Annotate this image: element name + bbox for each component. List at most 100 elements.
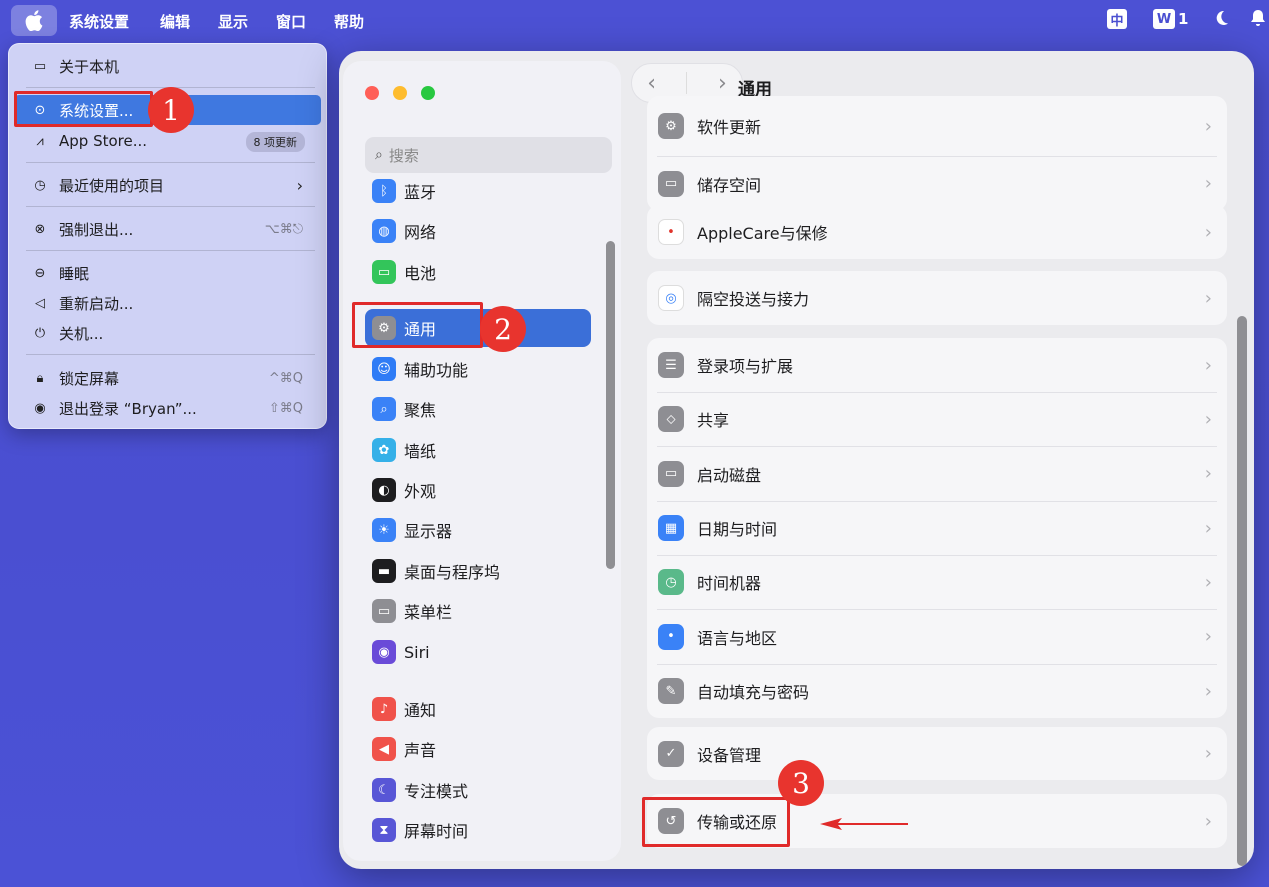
step-marker-1: 1: [148, 87, 194, 133]
forward-button[interactable]: ›: [718, 71, 727, 96]
settings-row-label: 自动填充与密码: [697, 683, 810, 702]
logout-shortcut: ⇧⌘Q: [268, 400, 303, 416]
settings-row-label: 时间机器: [697, 574, 762, 593]
settings-row-label: 登录项与扩展: [697, 357, 794, 376]
content-scrollbar[interactable]: [1237, 316, 1247, 866]
share-icon: ⬦: [658, 406, 684, 432]
force-quit-label: 强制退出...: [59, 220, 134, 239]
chevron-right-icon: ›: [1204, 354, 1212, 376]
dark-mode-icon[interactable]: [1212, 9, 1230, 27]
apple-menu-button[interactable]: [11, 5, 57, 36]
highlight-box-3: [642, 797, 790, 847]
menu-window[interactable]: 窗口: [276, 11, 306, 32]
settings-row-label: 设备管理: [697, 745, 762, 765]
lock-shortcut: ^⌘Q: [268, 370, 303, 386]
lock-screen-item[interactable]: 🔒︎ 锁定屏幕 ^⌘Q: [14, 363, 321, 393]
sleep-icon: ⊖: [34, 265, 46, 281]
settings-row[interactable]: • 语言与地区 ›: [647, 609, 1227, 664]
settings-row[interactable]: ◷ 时间机器 ›: [647, 555, 1227, 609]
settings-group: • AppleCare与保修 ›: [647, 205, 1227, 259]
lock-icon: 🔒︎: [36, 370, 44, 386]
sleep-label: 睡眠: [59, 264, 90, 283]
settings-row-label: 日期与时间: [697, 520, 778, 539]
highlight-box-1: [14, 91, 153, 127]
logout-item[interactable]: ◉ 退出登录 “Bryan”... ⇧⌘Q: [14, 393, 321, 423]
chevron-right-icon: ›: [1204, 115, 1212, 137]
user-icon: ◉: [34, 400, 46, 416]
restart-item[interactable]: ◁ 重新启动...: [14, 288, 321, 318]
menu-edit[interactable]: 编辑: [160, 11, 190, 32]
about-this-mac-item[interactable]: ▭ 关于本机: [14, 51, 321, 81]
chevron-right-icon: ›: [1204, 463, 1212, 484]
autofill-icon: ✎: [658, 678, 684, 704]
settings-row[interactable]: ✓ 设备管理 ›: [647, 727, 1227, 780]
restart-icon: ◁: [35, 295, 45, 311]
chevron-right-icon: ›: [1204, 221, 1212, 243]
updates-badge: 8 项更新: [245, 132, 305, 152]
recent-items-item[interactable]: ◷ 最近使用的项目 ›: [14, 170, 321, 200]
menu-help[interactable]: 帮助: [334, 11, 364, 32]
settings-row-label: 软件更新: [697, 118, 762, 137]
step-marker-3: 3: [778, 760, 824, 806]
settings-row[interactable]: ⚙ 软件更新 ›: [647, 96, 1227, 156]
menu-app-name[interactable]: 系统设置: [69, 11, 129, 32]
step-marker-2: 2: [480, 306, 526, 352]
laptop-icon: ▭: [33, 58, 47, 74]
chevron-right-icon: ›: [1204, 173, 1212, 194]
settings-row-label: 储存空间: [697, 175, 762, 195]
system-settings-window: ⌕ 搜索 ᛒ 蓝牙 ◍ 网络 ▭ 电池 ⚙ 通用 ☺ 辅助功能 ⌕ 聚焦 ✿ 墙纸 ◐ 外观 ☀ 显示器 ▬ 桌面与程…: [339, 51, 1254, 869]
settings-row[interactable]: ▭ 启动磁盘 ›: [647, 446, 1227, 501]
ime-label: 中: [1107, 9, 1127, 29]
settings-row[interactable]: ◎ 隔空投送与接力 ›: [647, 271, 1227, 325]
chevron-right-icon: ›: [1204, 408, 1212, 430]
back-button[interactable]: ‹: [647, 71, 656, 96]
chevron-right-icon: ›: [1204, 571, 1212, 593]
settings-row-label: 隔空投送与接力: [697, 290, 810, 309]
check-badge-icon: ✓: [658, 740, 684, 767]
settings-row-label: 语言与地区: [697, 628, 778, 648]
app-store-label: App Store...: [59, 132, 148, 150]
settings-group: ✓ 设备管理 ›: [647, 727, 1227, 780]
menu-divider: [26, 250, 315, 251]
clock-icon: ◷: [34, 177, 46, 193]
nav-divider: [686, 72, 688, 94]
disk-icon: ▭: [658, 460, 684, 487]
notification-icon[interactable]: [1250, 9, 1266, 27]
list-icon: ☰: [658, 352, 684, 378]
settings-row[interactable]: ▦ 日期与时间 ›: [647, 501, 1227, 555]
apple-red-icon: •: [658, 219, 684, 245]
shutdown-item[interactable]: ⏻ 关机...: [14, 318, 321, 348]
menu-divider: [26, 354, 315, 355]
logout-label: 退出登录 “Bryan”...: [59, 399, 197, 418]
gear-badge-icon: ⚙: [658, 113, 684, 139]
chevron-right-icon: ›: [1204, 743, 1212, 764]
settings-row[interactable]: ⬦ 共享 ›: [647, 392, 1227, 446]
wps-icon: W: [1153, 9, 1175, 29]
sleep-item[interactable]: ⊖ 睡眠: [14, 258, 321, 288]
calendar-icon: ▦: [658, 515, 684, 541]
airdrop-icon: ◎: [658, 285, 684, 311]
lock-screen-label: 锁定屏幕: [59, 369, 120, 388]
pointer-arrow: [820, 818, 908, 830]
force-quit-icon: ⊗: [34, 221, 46, 237]
force-quit-item[interactable]: ⊗ 强制退出... ⌥⌘⎋: [14, 214, 321, 244]
chevron-right-icon: ›: [1204, 680, 1212, 702]
settings-row-label: 启动磁盘: [697, 465, 762, 485]
wps-menu-extra[interactable]: W 1: [1153, 9, 1188, 29]
apple-logo-icon: [25, 10, 43, 31]
input-method-indicator[interactable]: 中: [1107, 9, 1127, 29]
highlight-box-2: [352, 302, 483, 348]
app-store-icon: ⩘: [36, 133, 44, 149]
settings-row-label: 共享: [697, 411, 730, 430]
menu-view[interactable]: 显示: [218, 11, 248, 32]
menu-bar: 系统设置 编辑 显示 窗口 帮助 中 W 1: [0, 0, 1269, 42]
chevron-right-icon: ›: [296, 175, 303, 195]
settings-row[interactable]: ✎ 自动填充与密码 ›: [647, 664, 1227, 718]
settings-group: ⚙ 软件更新 › ▭ 储存空间 ›: [647, 96, 1227, 211]
settings-row[interactable]: ☰ 登录项与扩展 ›: [647, 338, 1227, 392]
settings-row[interactable]: ▭ 储存空间 ›: [647, 156, 1227, 211]
force-quit-shortcut: ⌥⌘⎋: [264, 221, 303, 237]
settings-group: ◎ 隔空投送与接力 ›: [647, 271, 1227, 325]
chevron-right-icon: ›: [1204, 810, 1212, 832]
settings-row[interactable]: • AppleCare与保修 ›: [647, 205, 1227, 259]
